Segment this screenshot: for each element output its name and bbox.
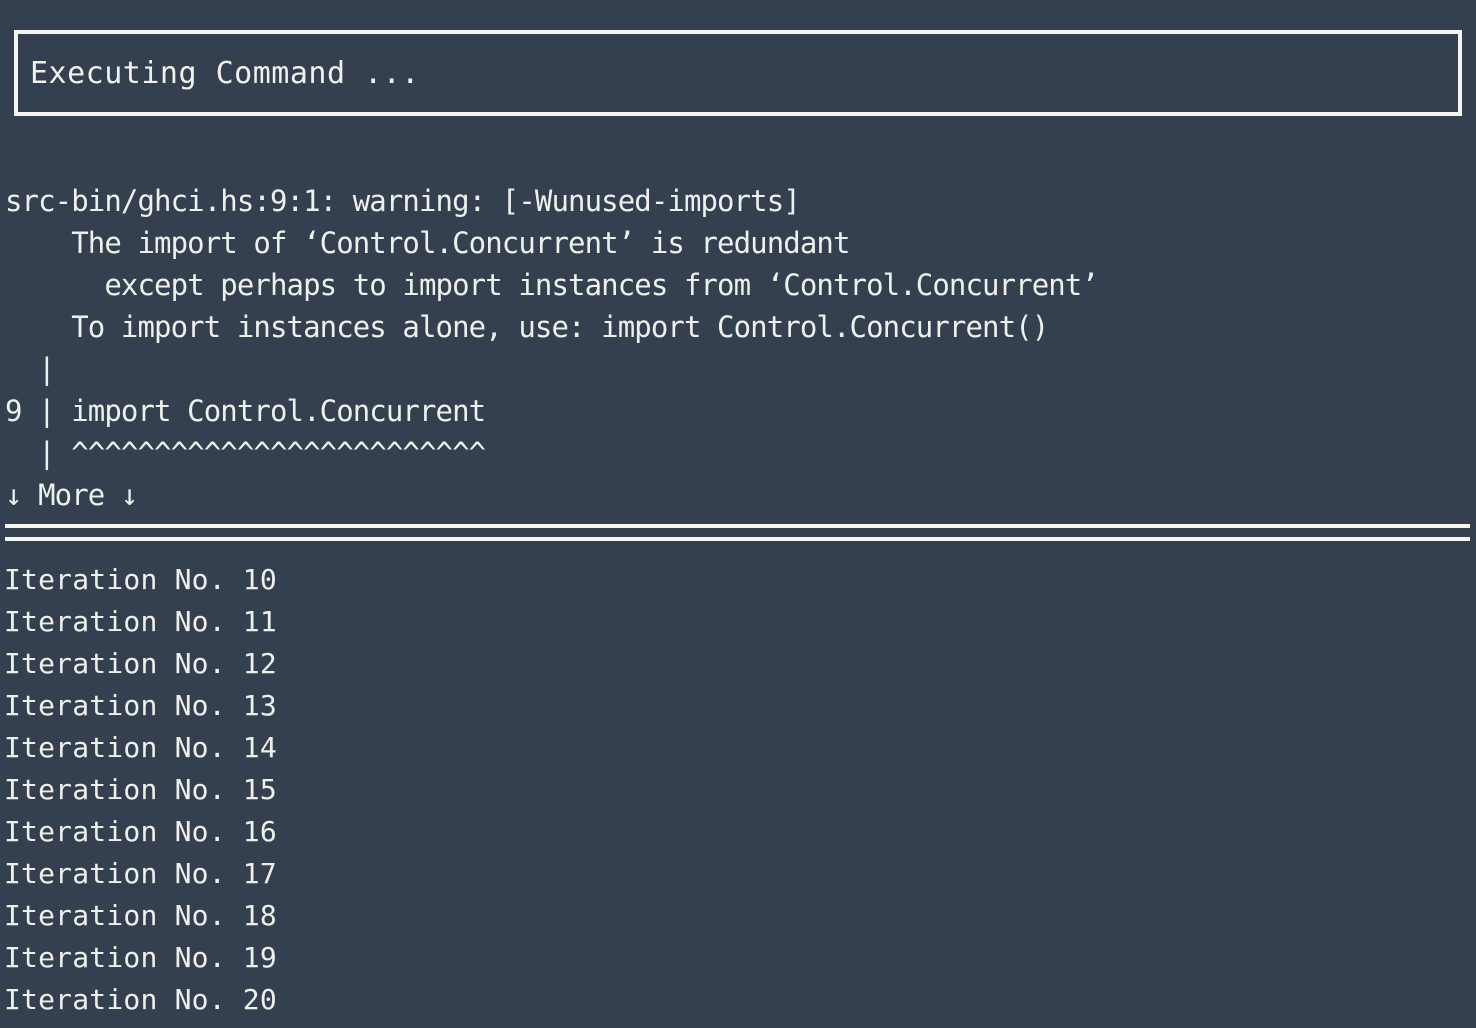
divider-rule-bottom [5,537,1470,541]
log-line: Iteration No. 14 [4,731,277,764]
status-box: Executing Command ... [14,30,1462,116]
log-line: Iteration No. 10 [4,563,277,596]
warning-source-line: 9 | import Control.Concurrent [5,394,486,428]
warning-line: The import of ‘Control.Concurrent’ is re… [5,226,850,260]
warning-line: To import instances alone, use: import C… [5,310,1049,344]
log-line: Iteration No. 20 [4,983,277,1016]
warning-caret-line: | ^^^^^^^^^^^^^^^^^^^^^^^^^ [5,436,486,470]
output-log: Iteration No. 10 Iteration No. 11 Iterat… [4,559,1470,1021]
compiler-warning-output: src-bin/ghci.hs:9:1: warning: [-Wunused-… [5,180,1471,516]
warning-line: | [5,352,55,386]
section-divider [5,524,1470,541]
log-line: Iteration No. 13 [4,689,277,722]
log-line: Iteration No. 19 [4,941,277,974]
log-line: Iteration No. 11 [4,605,277,638]
terminal-window: Executing Command ... src-bin/ghci.hs:9:… [0,0,1476,1028]
log-line: Iteration No. 17 [4,857,277,890]
log-line: Iteration No. 18 [4,899,277,932]
log-line: Iteration No. 15 [4,773,277,806]
status-label: Executing Command ... [30,55,420,91]
divider-gap [5,528,1470,537]
log-line: Iteration No. 16 [4,815,277,848]
warning-line: src-bin/ghci.hs:9:1: warning: [-Wunused-… [5,184,801,218]
more-indicator[interactable]: ↓ More ↓ [5,474,1471,516]
warning-line: except perhaps to import instances from … [5,268,1098,302]
log-line: Iteration No. 12 [4,647,277,680]
